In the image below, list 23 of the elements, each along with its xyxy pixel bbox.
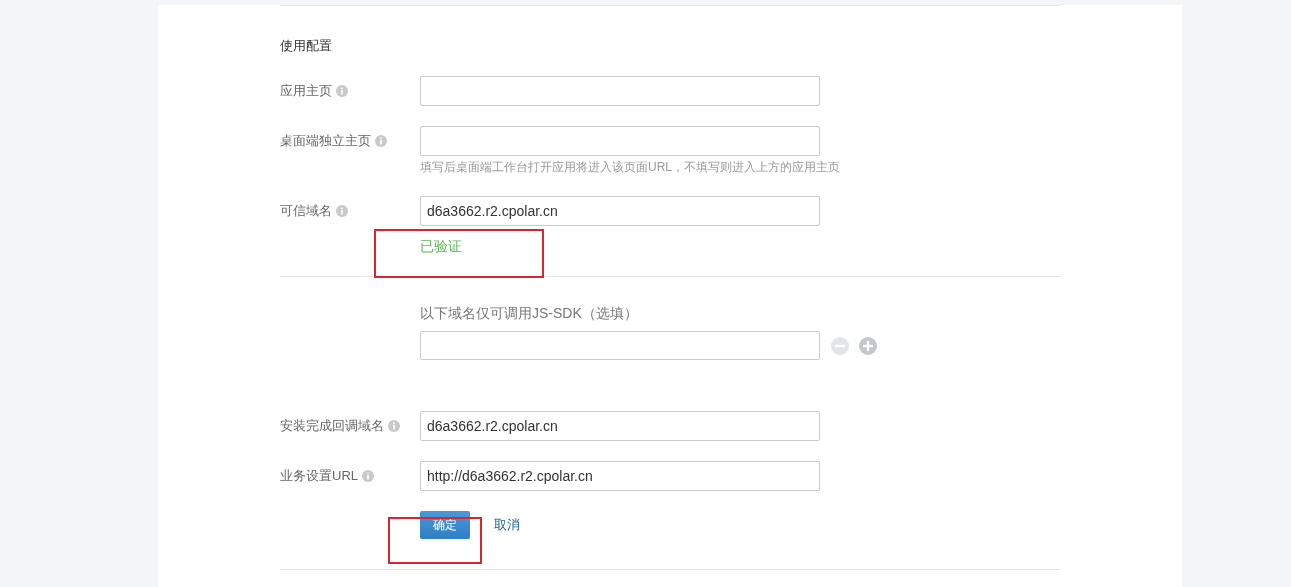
input-field[interactable] xyxy=(420,126,820,156)
field-label: 可信域名 xyxy=(280,202,332,220)
info-icon[interactable] xyxy=(375,135,387,147)
cancel-link[interactable]: 取消 xyxy=(494,516,520,534)
input-field[interactable]: http://d6a3662.r2.cpolar.cn xyxy=(420,461,820,491)
field-label: 业务设置URL xyxy=(280,467,358,485)
info-icon[interactable] xyxy=(336,85,348,97)
verified-status: 已验证 xyxy=(420,237,463,256)
field-label: 桌面端独立主页 xyxy=(280,132,371,150)
input-field[interactable]: d6a3662.r2.cpolar.cn xyxy=(420,196,820,226)
info-icon[interactable] xyxy=(362,470,374,482)
info-icon[interactable] xyxy=(388,420,400,432)
field-label: 应用主页 xyxy=(280,82,332,100)
input-field[interactable] xyxy=(420,76,820,106)
section-subtitle: 以下域名仅可调用JS-SDK（选填） xyxy=(420,304,639,323)
input-field[interactable] xyxy=(420,331,820,360)
input-field[interactable]: d6a3662.r2.cpolar.cn xyxy=(420,411,820,441)
add-icon[interactable] xyxy=(859,336,877,355)
section-title: 使用配置 xyxy=(280,37,333,55)
hint-text: 填写后桌面端工作台打开应用将进入该页面URL，不填写则进入上方的应用主页 xyxy=(420,159,841,176)
field-label: 安装完成回调域名 xyxy=(280,417,384,435)
confirm-button[interactable]: 确定 xyxy=(420,511,470,539)
info-icon[interactable] xyxy=(336,205,348,217)
